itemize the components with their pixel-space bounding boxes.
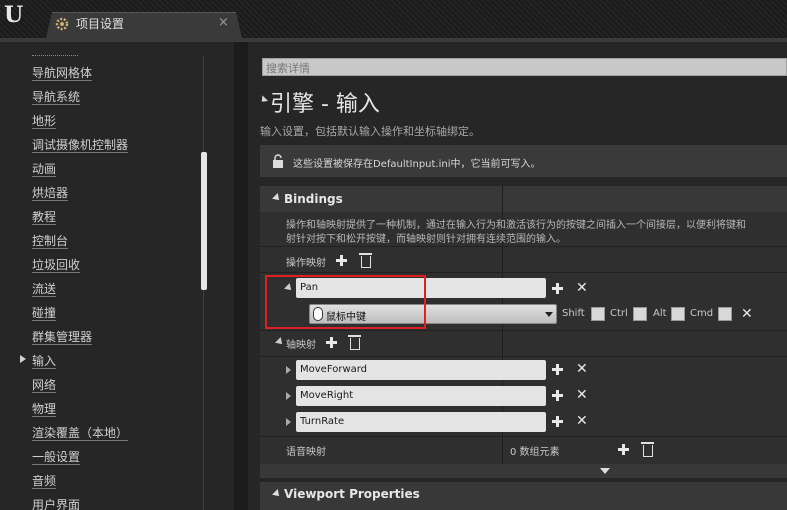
notice-text: 这些设置被保存在DefaultInput.ini中，它当前可写入。 [293, 159, 541, 170]
modifier-cmd-checkbox[interactable] [718, 307, 732, 321]
sidebar-item[interactable]: 控制台 [32, 234, 69, 249]
sidebar-item[interactable]: 网络 [32, 378, 57, 393]
unreal-logo-icon: U [4, 2, 24, 28]
sidebar-item[interactable]: 垃圾回收 [32, 258, 81, 273]
panel-gutter [234, 42, 248, 510]
sidebar-item[interactable]: 动画 [32, 162, 57, 177]
sidebar-item[interactable]: 一般设置 [32, 450, 81, 465]
sidebar-item[interactable]: 流送 [32, 282, 57, 297]
action-mappings-label: 操作映射 [286, 258, 326, 269]
sidebar-item[interactable]: 教程 [32, 210, 57, 225]
axis-name-field[interactable]: TurnRate [296, 412, 546, 432]
add-key-button[interactable] [552, 416, 563, 427]
bindings-title: Bindings [284, 192, 343, 206]
row-separator [260, 272, 787, 273]
page-description: 输入设置，包括默认输入操作和坐标轴绑定。 [260, 125, 480, 138]
modifier-cmd-label: Cmd [690, 308, 714, 319]
delete-all-axis-mappings-button[interactable] [348, 335, 361, 350]
row-separator [260, 436, 787, 437]
delete-all-action-mappings-button[interactable] [359, 253, 372, 268]
row-separator [260, 330, 787, 331]
delete-all-speech-mappings-button[interactable] [641, 442, 654, 457]
search-placeholder: 搜索详情 [266, 62, 310, 75]
expand-arrow-icon[interactable] [286, 392, 291, 400]
axis-name-field[interactable]: MoveForward [296, 360, 546, 380]
viewport-properties-title: Viewport Properties [284, 487, 420, 501]
add-key-button[interactable] [552, 364, 563, 375]
bindings-description: 操作和轴映射提供了一种机制，通过在输入行为和激活该行为的按键之间插入一个间接层，… [286, 220, 746, 231]
sidebar-item[interactable]: 碰撞 [32, 306, 57, 321]
expand-arrow-icon[interactable] [286, 418, 291, 426]
chevron-down-icon [600, 468, 610, 474]
bindings-description: 射针对按下和松开按键，而轴映射则针对拥有连续范围的输入。 [286, 234, 566, 245]
remove-key-button[interactable]: ✕ [741, 307, 753, 321]
speech-mappings-count: 0 数组元素 [510, 447, 560, 458]
close-icon[interactable]: × [218, 15, 229, 30]
row-separator [260, 356, 787, 357]
add-key-button[interactable] [552, 390, 563, 401]
advanced-expander[interactable] [260, 464, 787, 478]
selected-arrow-icon [20, 355, 26, 363]
modifier-alt-label: Alt [653, 308, 667, 319]
sidebar-item[interactable]: 用户界面 [32, 498, 80, 510]
page-title: 引擎 - 输入 [270, 92, 380, 117]
settings-gear-icon [55, 17, 69, 31]
sidebar-item[interactable]: 导航系统 [32, 90, 81, 105]
remove-axis-button[interactable]: ✕ [576, 362, 588, 376]
sidebar-item[interactable]: 地形 [32, 114, 57, 129]
modifier-ctrl-label: Ctrl [610, 308, 628, 319]
chevron-down-icon [545, 312, 553, 317]
add-axis-mapping-button[interactable] [326, 337, 337, 348]
add-speech-mapping-button[interactable] [618, 444, 629, 455]
sidebar-item[interactable]: 音频 [32, 474, 57, 489]
row-separator [260, 246, 787, 247]
sidebar-scrollbar[interactable] [201, 152, 207, 290]
speech-mappings-label: 语音映射 [286, 447, 326, 458]
sidebar-item[interactable]: 群集管理器 [32, 330, 93, 345]
sidebar-item[interactable]: 导航网格体 [32, 66, 93, 81]
modifier-ctrl-checkbox[interactable] [633, 307, 647, 321]
unlock-icon [273, 154, 283, 168]
add-key-button[interactable] [552, 283, 563, 294]
search-input[interactable] [262, 58, 787, 76]
remove-axis-button[interactable]: ✕ [576, 414, 588, 428]
remove-action-button[interactable]: ✕ [576, 281, 588, 295]
axis-mappings-label: 轴映射 [286, 340, 316, 351]
sidebar-item[interactable]: 物理 [32, 402, 57, 417]
annotation-highlight-box [265, 275, 426, 329]
modifier-alt-checkbox[interactable] [671, 307, 685, 321]
tab-label: 项目设置 [76, 17, 125, 31]
modifier-shift-checkbox[interactable] [591, 307, 605, 321]
axis-name-field[interactable]: MoveRight [296, 386, 546, 406]
sidebar-item[interactable]: 调试摄像机控制器 [32, 138, 129, 153]
modifier-shift-label: Shift [562, 308, 585, 319]
sidebar-item[interactable]: 渲染覆盖（本地） [32, 426, 129, 441]
remove-axis-button[interactable]: ✕ [576, 388, 588, 402]
add-action-mapping-button[interactable] [336, 255, 347, 266]
sidebar-item[interactable]: 烘焙器 [32, 186, 69, 201]
sidebar-item[interactable]: 输入 [32, 354, 57, 369]
sidebar-item-partial[interactable] [32, 50, 78, 56]
expand-arrow-icon[interactable] [286, 366, 291, 374]
